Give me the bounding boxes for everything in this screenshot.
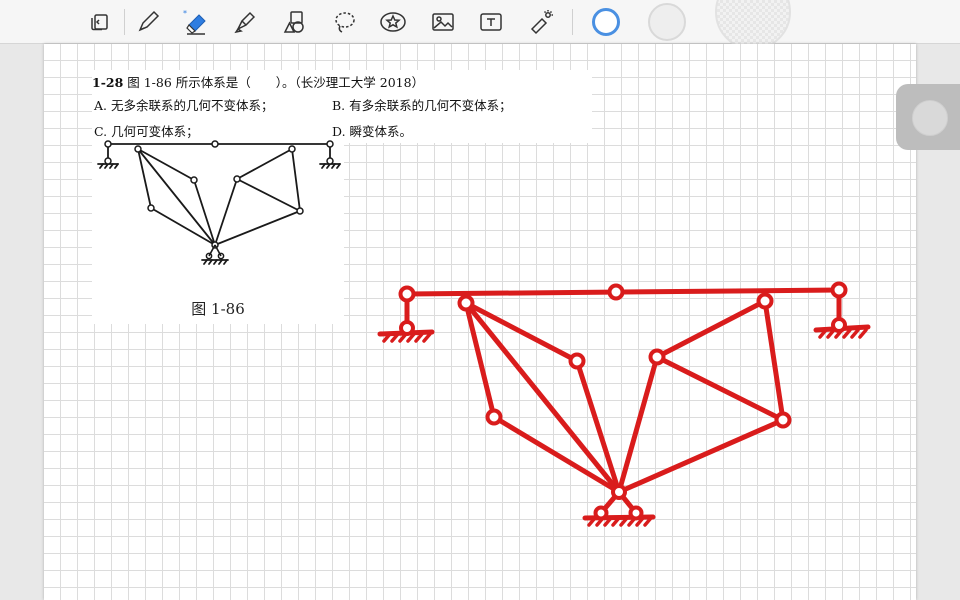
problem-stem: 图 1-86 所示体系是（ ）。（长沙理工大学 2018） bbox=[123, 75, 425, 90]
svg-text:*: * bbox=[183, 9, 187, 18]
truss-figure-original bbox=[97, 140, 341, 265]
note-page[interactable]: 1-28 图 1-86 所示体系是（ ）。（长沙理工大学 2018） A. 无多… bbox=[44, 44, 916, 600]
option-text: 无多余联系的几何不变体系； bbox=[111, 98, 274, 113]
toolbar-divider bbox=[572, 9, 573, 35]
hinge-node bbox=[104, 157, 112, 165]
selected-color-swatch[interactable] bbox=[592, 8, 620, 36]
option-key: C. bbox=[94, 124, 108, 139]
toolbar: * bbox=[0, 0, 960, 50]
option-key: B. bbox=[332, 98, 346, 113]
option-text: 有多余联系的几何不变体系； bbox=[349, 98, 512, 113]
option-d: D. 瞬变体系。 bbox=[332, 121, 412, 140]
highlighter-icon[interactable] bbox=[231, 8, 259, 36]
member-line bbox=[214, 210, 301, 246]
option-b: B. 有多余联系的几何不变体系； bbox=[332, 95, 512, 114]
floating-scroll-handle[interactable] bbox=[896, 84, 960, 150]
option-a: A. 无多余联系的几何不变体系； bbox=[94, 95, 274, 114]
option-key: A. bbox=[94, 98, 108, 113]
page-sidebar-icon[interactable] bbox=[86, 8, 114, 36]
hinge-node bbox=[326, 140, 334, 148]
member-line bbox=[137, 148, 195, 181]
member-line bbox=[236, 178, 301, 212]
toolbar-divider bbox=[124, 9, 125, 35]
problem-stem-line: 1-28 图 1-86 所示体系是（ ）。（长沙理工大学 2018） bbox=[92, 72, 424, 91]
pen-icon[interactable] bbox=[134, 8, 162, 36]
hinge-node bbox=[190, 176, 198, 184]
hinge-node bbox=[233, 175, 241, 183]
laser-pointer-icon[interactable] bbox=[527, 8, 555, 36]
member-line bbox=[214, 178, 238, 246]
hinge-node bbox=[288, 145, 296, 153]
problem-number: 1-28 bbox=[92, 75, 124, 90]
option-c: C. 几何可变体系； bbox=[94, 121, 199, 140]
hinge-node bbox=[134, 145, 142, 153]
shapes-icon[interactable] bbox=[281, 8, 309, 36]
color-swatch-light[interactable] bbox=[648, 3, 686, 41]
figure-caption: 图 1-86 bbox=[191, 300, 245, 318]
problem-text-image: 1-28 图 1-86 所示体系是（ ）。（长沙理工大学 2018） A. 无多… bbox=[92, 70, 592, 143]
member-line bbox=[236, 148, 293, 180]
sticker-icon[interactable] bbox=[379, 8, 407, 36]
option-text: 几何可变体系； bbox=[111, 124, 199, 139]
lasso-icon[interactable] bbox=[331, 8, 359, 36]
figure-1-86: 图 1-86 bbox=[92, 140, 344, 324]
option-text: 瞬变体系。 bbox=[349, 124, 413, 139]
eraser-icon[interactable]: * bbox=[183, 8, 211, 36]
text-box-icon[interactable] bbox=[477, 8, 505, 36]
option-key: D. bbox=[332, 124, 346, 139]
hinge-node bbox=[211, 140, 219, 148]
hinge-node bbox=[296, 207, 304, 215]
color-swatch-pattern[interactable] bbox=[715, 0, 791, 50]
member-line bbox=[291, 148, 301, 212]
image-icon[interactable] bbox=[429, 8, 457, 36]
hinge-node bbox=[104, 140, 112, 148]
hinge-node bbox=[326, 157, 334, 165]
scroll-handle-knob[interactable] bbox=[912, 100, 948, 136]
member-line bbox=[137, 148, 216, 246]
support-legs bbox=[208, 244, 222, 257]
hinge-node bbox=[147, 204, 155, 212]
